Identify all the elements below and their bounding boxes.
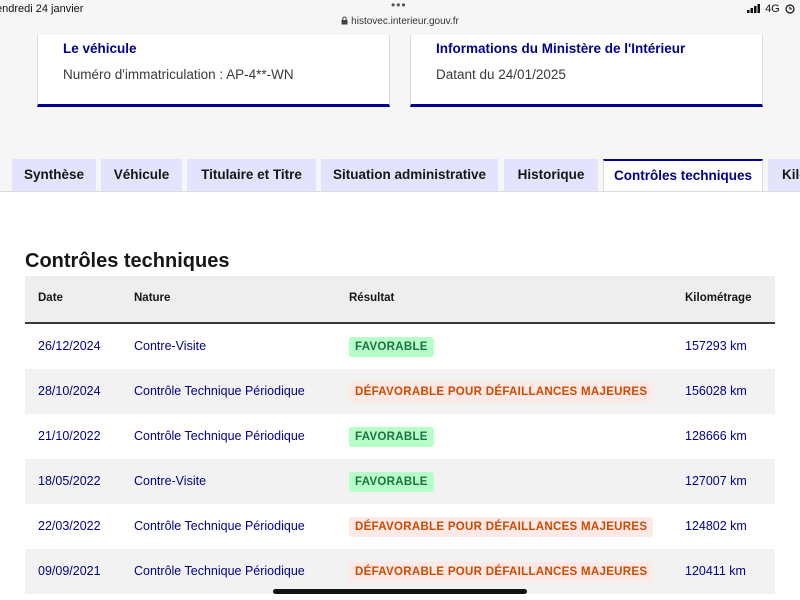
header-result: Résultat [349,292,395,304]
result-badge-favorable: FAVORABLE [349,471,434,492]
registration-number: Numéro d'immatriculation : AP-4**-WN [63,67,294,82]
header-nature: Nature [134,292,171,304]
row-result: DÉFAVORABLE POUR DÉFAILLANCES MAJEURES [349,504,654,549]
tab-controles-techniques[interactable]: Contrôles techniques [603,159,763,191]
row-date: 21/10/2022 [38,429,101,443]
row-date: 18/05/2022 [38,474,101,488]
tab-bar: Synthèse Véhicule Titulaire et Titre Sit… [0,159,800,191]
table-row: 09/09/2021 Contrôle Technique Périodique… [25,549,775,594]
tab-kilometrage[interactable]: Kilo [768,159,800,191]
ministry-card-title: Informations du Ministère de l'Intérieur [436,41,686,56]
header-km: Kilométrage [685,292,752,304]
controles-table: Date Nature Résultat Kilométrage 26/12/2… [25,276,775,594]
tab-vehicule[interactable]: Véhicule [101,159,182,191]
row-result: DÉFAVORABLE POUR DÉFAILLANCES MAJEURES [349,369,654,414]
row-km: 120411 km [685,564,746,578]
table-row: 26/12/2024 Contre-Visite FAVORABLE 15729… [25,324,775,369]
vehicle-card-title: Le véhicule [63,41,137,56]
screen-lock-icon [785,4,795,17]
tab-historique[interactable]: Historique [504,159,598,191]
tab-situation-administrative[interactable]: Situation administrative [321,159,498,191]
browser-status-bar: endredi 24 janvier ••• histovec.interieu… [0,0,800,34]
result-badge-defavorable: DÉFAVORABLE POUR DÉFAILLANCES MAJEURES [349,516,654,537]
row-date: 26/12/2024 [38,339,101,353]
data-date: Datant du 24/01/2025 [436,67,566,82]
status-indicators: 4G 6 [747,3,800,17]
row-date: 28/10/2024 [38,384,101,398]
home-indicator[interactable] [273,589,527,594]
row-nature: Contrôle Technique Périodique [134,519,305,533]
table-row: 21/10/2022 Contrôle Technique Périodique… [25,414,775,459]
table-row: 18/05/2022 Contre-Visite FAVORABLE 12700… [25,459,775,504]
section-title: Contrôles techniques [25,250,230,272]
row-nature: Contre-Visite [134,474,207,488]
vehicle-card: Le véhicule Numéro d'immatriculation : A… [37,35,390,107]
table-header: Date Nature Résultat Kilométrage [25,276,775,324]
ministry-info-card: Informations du Ministère de l'Intérieur… [410,35,763,107]
row-result: FAVORABLE [349,459,434,504]
tab-titulaire-titre[interactable]: Titulaire et Titre [187,159,316,191]
row-km: 124802 km [685,519,747,533]
more-options-icon[interactable]: ••• [391,0,407,12]
result-badge-defavorable: DÉFAVORABLE POUR DÉFAILLANCES MAJEURES [349,381,654,402]
result-badge-favorable: FAVORABLE [349,336,434,357]
row-result: FAVORABLE [349,414,434,459]
signal-icon [747,4,761,16]
table-row: 22/03/2022 Contrôle Technique Périodique… [25,504,775,549]
row-nature: Contrôle Technique Périodique [134,564,305,578]
result-badge-defavorable: DÉFAVORABLE POUR DÉFAILLANCES MAJEURES [349,561,654,582]
table-row: 28/10/2024 Contrôle Technique Périodique… [25,369,775,414]
header-date: Date [38,292,63,304]
row-nature: Contrôle Technique Périodique [134,384,305,398]
url-text: histovec.interieur.gouv.fr [351,16,459,27]
row-result: DÉFAVORABLE POUR DÉFAILLANCES MAJEURES [349,549,654,594]
status-date: endredi 24 janvier [0,3,84,15]
row-nature: Contre-Visite [134,339,207,353]
address-bar[interactable]: histovec.interieur.gouv.fr [0,16,800,28]
row-result: FAVORABLE [349,324,434,369]
tab-synthese[interactable]: Synthèse [12,159,96,191]
row-date: 09/09/2021 [38,564,101,578]
lock-icon [341,16,348,28]
row-nature: Contrôle Technique Périodique [134,429,305,443]
network-label: 4G [765,3,780,15]
result-badge-favorable: FAVORABLE [349,426,434,447]
row-km: 127007 km [685,474,747,488]
row-km: 128666 km [685,429,747,443]
row-km: 156028 km [685,384,747,398]
tab-panel: Contrôles techniques Date Nature Résulta… [0,191,800,600]
row-date: 22/03/2022 [38,519,101,533]
row-km: 157293 km [685,339,747,353]
